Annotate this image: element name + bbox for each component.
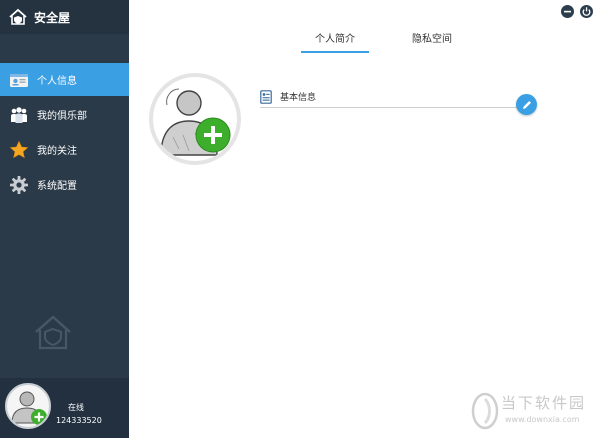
power-button[interactable] xyxy=(580,5,593,18)
sidebar-watermark-icon xyxy=(35,315,71,350)
club-people-icon xyxy=(9,105,29,125)
online-status: 在线 xyxy=(68,403,84,412)
window-controls xyxy=(561,5,593,18)
tab-privacy-space[interactable]: 隐私空间 xyxy=(398,26,466,53)
minimize-icon xyxy=(564,10,571,13)
sidebar-item-label: 我的关注 xyxy=(37,146,77,157)
minimize-button[interactable] xyxy=(561,5,574,18)
basic-info-section: 基本信息 xyxy=(260,86,536,108)
sidebar-item-settings[interactable]: 系统配置 xyxy=(0,168,129,201)
edit-button[interactable] xyxy=(516,94,537,115)
app-title: 安全屋 xyxy=(34,10,71,25)
main-panel: 个人简介 隐私空间 基本信息 当下软件园 www.downxia.com xyxy=(129,0,600,438)
sidebar-nav: 个人信息 我的俱乐部 我的关注 系统配置 xyxy=(0,63,129,203)
sidebar-footer: 在线 124333520 xyxy=(0,378,129,438)
app-header: 安全屋 xyxy=(0,0,129,34)
sidebar-item-label: 系统配置 xyxy=(37,181,77,192)
profile-tabs: 个人简介 隐私空间 xyxy=(301,26,466,53)
sidebar-item-label: 我的俱乐部 xyxy=(37,111,87,122)
profile-card-icon xyxy=(9,70,29,90)
profile-avatar[interactable] xyxy=(149,73,241,165)
sidebar-item-following[interactable]: 我的关注 xyxy=(0,133,129,166)
power-icon xyxy=(582,7,591,16)
star-icon xyxy=(9,140,29,160)
user-id: 124333520 xyxy=(56,416,102,425)
gear-icon xyxy=(9,175,29,195)
document-icon xyxy=(260,89,272,104)
watermark-cn: 当下软件园 xyxy=(501,394,587,412)
footer-avatar[interactable] xyxy=(5,383,51,429)
sidebar-item-profile[interactable]: 个人信息 xyxy=(0,63,129,96)
tab-profile-intro[interactable]: 个人简介 xyxy=(301,26,369,53)
sidebar: 安全屋 个人信息 我的俱乐部 我的关注 系统配置 在线 124333520 xyxy=(0,0,129,438)
watermark-logo: 当下软件园 www.downxia.com xyxy=(471,389,600,433)
watermark-icon xyxy=(471,392,499,430)
safe-house-icon xyxy=(9,8,27,25)
pencil-icon xyxy=(522,100,531,109)
sidebar-item-club[interactable]: 我的俱乐部 xyxy=(0,98,129,131)
watermark-en: www.downxia.com xyxy=(505,415,580,424)
section-title: 基本信息 xyxy=(280,93,317,103)
sidebar-item-label: 个人信息 xyxy=(37,76,77,87)
